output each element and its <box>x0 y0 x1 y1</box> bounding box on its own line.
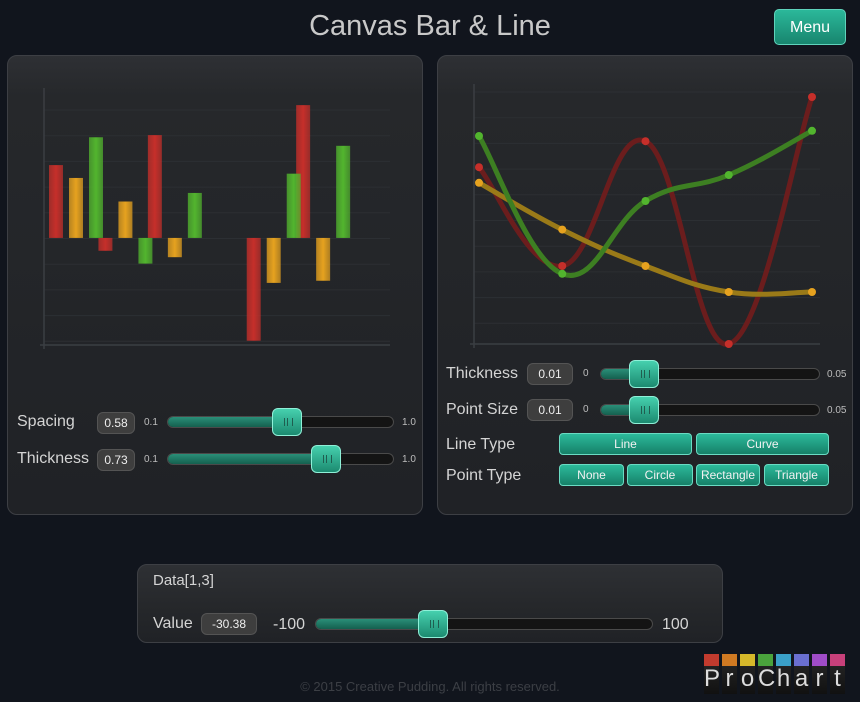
point-type-rectangle-button[interactable]: Rectangle <box>696 464 760 486</box>
data-value-slider[interactable] <box>315 618 653 630</box>
line-point <box>808 288 816 296</box>
bar <box>49 165 63 238</box>
line-point <box>724 171 733 179</box>
bar <box>246 237 261 341</box>
line-point <box>641 197 650 205</box>
line-thickness-slider-thumb[interactable] <box>629 360 659 388</box>
line-point <box>641 137 650 146</box>
data-value-slider-fill <box>316 619 435 629</box>
line-thickness-min: 0 <box>583 368 589 379</box>
app-title: Canvas Bar & Line <box>309 10 551 42</box>
bar-thickness-slider-thumb[interactable] <box>310 445 341 473</box>
line-point <box>641 262 650 270</box>
line-thickness-value: 0.01 <box>527 363 573 385</box>
bar <box>266 237 281 283</box>
data-value-slider-thumb[interactable] <box>418 610 449 638</box>
bar <box>89 137 103 238</box>
line-point <box>475 132 483 140</box>
point-size-label: Point Size <box>446 401 519 418</box>
point-type-triangle-button[interactable]: Triangle <box>764 464 829 486</box>
data-value-label: Value <box>153 615 193 632</box>
logo-letter: C <box>758 654 775 694</box>
bar-thickness-max: 1.0 <box>402 454 416 465</box>
spacing-max: 1.0 <box>402 417 416 428</box>
logo-letter: r <box>722 654 737 694</box>
line-thickness-label: Thickness <box>446 365 519 382</box>
point-type-circle-button[interactable]: Circle <box>627 464 693 486</box>
point-size-min: 0 <box>583 404 589 415</box>
data-value-max: 100 <box>662 616 689 633</box>
line-point <box>808 126 816 135</box>
point-type-label: Point Type <box>446 467 522 484</box>
bar <box>98 237 113 251</box>
line-point <box>558 225 567 234</box>
data-value-min: -100 <box>273 616 306 633</box>
spacing-slider-thumb[interactable] <box>272 408 303 436</box>
spacing-value: 0.58 <box>97 412 135 434</box>
point-size-slider-thumb[interactable] <box>629 396 659 424</box>
line-chart <box>470 84 820 348</box>
menu-button[interactable]: Menu <box>774 9 846 45</box>
logo-letter: h <box>776 654 791 694</box>
line-thickness-max: 0.05 <box>827 369 847 380</box>
logo-letter: o <box>740 654 755 694</box>
bar <box>316 237 331 281</box>
bar <box>167 237 182 258</box>
line-point <box>475 178 483 187</box>
line-type-line-button[interactable]: Line <box>559 433 692 455</box>
bar <box>147 135 162 238</box>
bar <box>138 237 153 264</box>
bar-thickness-slider-fill <box>168 454 327 464</box>
bar <box>286 173 301 238</box>
point-size-max: 0.05 <box>827 405 847 416</box>
line-point <box>558 269 567 278</box>
point-size-value: 0.01 <box>527 399 573 421</box>
line-point <box>475 163 483 172</box>
line-point <box>724 288 733 296</box>
bar-thickness-slider[interactable] <box>167 453 394 465</box>
logo-letter: t <box>830 654 845 694</box>
bar <box>69 177 83 238</box>
bar <box>118 201 133 238</box>
spacing-slider-fill <box>168 417 289 427</box>
bar-chart <box>40 88 390 349</box>
data-panel-title: Data[1,3] <box>153 572 214 589</box>
data-value-box: -30.38 <box>201 613 257 635</box>
point-type-none-button[interactable]: None <box>559 464 624 486</box>
line-point <box>558 262 567 270</box>
bar-thickness-label: Thickness <box>17 450 90 467</box>
bar <box>336 145 351 238</box>
spacing-min: 0.1 <box>144 417 158 428</box>
line-point <box>808 93 816 101</box>
logo-letter: r <box>812 654 827 694</box>
bar-thickness-value: 0.73 <box>97 449 135 471</box>
line-point <box>724 340 733 348</box>
line-type-label: Line Type <box>446 436 516 453</box>
bar-thickness-min: 0.1 <box>144 454 158 465</box>
bar <box>187 192 202 238</box>
logo-letter: a <box>794 654 809 694</box>
line-type-curve-button[interactable]: Curve <box>696 433 829 455</box>
logo-letter: P <box>704 654 720 694</box>
spacing-label: Spacing <box>17 413 75 430</box>
